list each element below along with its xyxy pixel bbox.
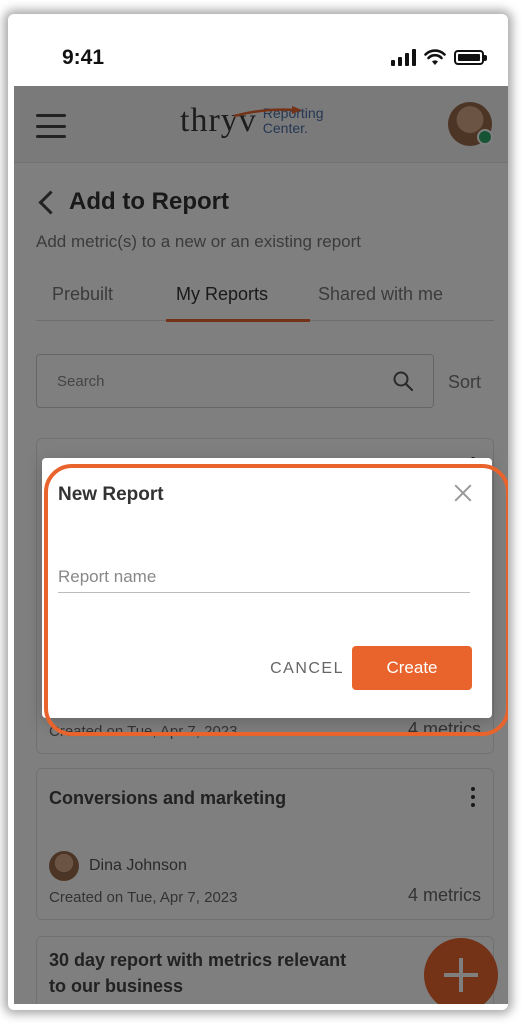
signal-icon [391, 48, 416, 66]
status-bar: 9:41 [14, 20, 508, 86]
battery-icon [454, 49, 487, 65]
phone-frame: 9:41 thryv Reporting [14, 20, 508, 1004]
status-icons [391, 48, 487, 66]
highlight-annotation-ring [44, 464, 508, 736]
status-time: 9:41 [62, 46, 105, 69]
wifi-icon [424, 48, 446, 65]
